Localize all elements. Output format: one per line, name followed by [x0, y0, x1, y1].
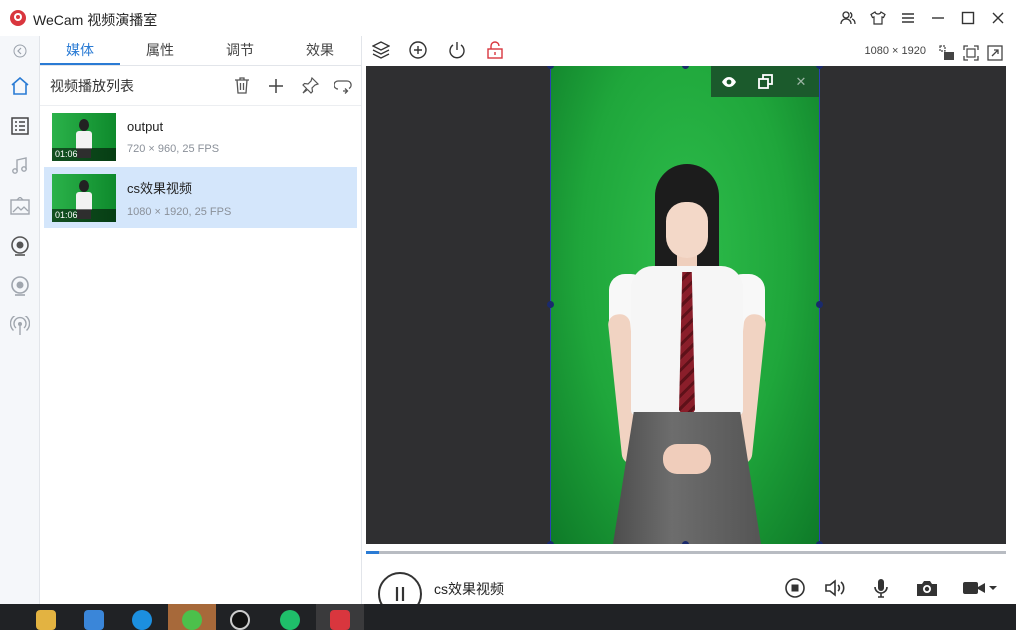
record-icon[interactable] — [960, 576, 1000, 600]
app-title: WeCam 视频演播室 — [33, 12, 158, 28]
close-icon[interactable]: ✕ — [791, 72, 811, 92]
minimize-icon[interactable] — [928, 8, 948, 28]
add-circle-icon[interactable] — [407, 39, 429, 61]
media-thumbnail: 01:06 — [52, 173, 116, 222]
media-duration: 01:06 — [52, 147, 116, 161]
os-taskbar — [0, 604, 1016, 630]
fit-icon[interactable] — [960, 42, 982, 64]
media-name: cs效果视频 — [127, 180, 193, 196]
panel-tabs: 媒体 属性 调节 效果 — [40, 36, 361, 66]
playlist-header: 视频播放列表 — [40, 66, 361, 106]
playback-bar: cs效果视频 — [362, 554, 1016, 616]
eye-icon[interactable] — [719, 72, 739, 92]
home-icon[interactable] — [0, 66, 40, 106]
now-playing-title: cs效果视频 — [434, 581, 504, 597]
media-panel: 媒体 属性 调节 效果 视频播放列表 01:06 output 720 × 96… — [40, 36, 362, 604]
list-icon[interactable] — [0, 106, 40, 146]
maximize-icon[interactable] — [958, 8, 978, 28]
restore-icon[interactable] — [755, 72, 775, 92]
tab-properties[interactable]: 属性 — [120, 36, 200, 65]
pause-icon — [395, 587, 405, 601]
resize-handle-b[interactable] — [682, 541, 689, 544]
taskbar-app-icon[interactable] — [266, 604, 314, 630]
media-meta: 720 × 960, 25 FPS — [127, 142, 220, 155]
source-overlay-controls: ✕ — [711, 66, 819, 97]
shirt-icon[interactable] — [868, 8, 888, 28]
tab-adjust[interactable]: 调节 — [200, 36, 280, 65]
collapse-icon[interactable] — [0, 36, 40, 66]
resize-handle-t[interactable] — [682, 66, 689, 69]
volume-icon[interactable] — [823, 576, 849, 600]
pin-icon[interactable] — [293, 71, 327, 101]
power-icon[interactable] — [446, 39, 468, 61]
resize-handle-tr[interactable] — [816, 66, 823, 69]
app-logo-icon — [10, 10, 26, 26]
video-source-frame[interactable]: ✕ — [547, 66, 823, 544]
music-icon[interactable] — [0, 146, 40, 186]
close-icon[interactable] — [988, 8, 1008, 28]
snapshot-icon[interactable] — [914, 576, 940, 600]
expand-icon[interactable] — [984, 42, 1006, 64]
media-item-output[interactable]: 01:06 output 720 × 960, 25 FPS — [44, 106, 357, 167]
media-thumbnail: 01:06 — [52, 112, 116, 161]
trash-icon[interactable] — [225, 71, 259, 101]
camera-icon[interactable] — [0, 266, 40, 306]
mic-icon[interactable] — [868, 576, 894, 600]
resize-handle-r[interactable] — [816, 301, 823, 308]
media-meta: 1080 × 1920, 25 FPS — [127, 205, 232, 218]
nav-rail — [0, 36, 40, 604]
broadcast-icon[interactable] — [0, 306, 40, 346]
preview-toolbar: 1080 × 1920 — [362, 36, 1016, 66]
layers-icon[interactable] — [370, 39, 392, 61]
resize-handle-tl[interactable] — [547, 66, 554, 69]
users-icon[interactable] — [838, 8, 858, 28]
window-controls — [838, 8, 1008, 28]
resize-handle-l[interactable] — [547, 301, 554, 308]
taskbar-obs-icon[interactable] — [216, 604, 264, 630]
media-item-cs-video[interactable]: 01:06 cs效果视频 1080 × 1920, 25 FPS — [44, 167, 357, 228]
plus-icon[interactable] — [259, 71, 293, 101]
loop-icon[interactable] — [327, 71, 361, 101]
playlist-title: 视频播放列表 — [50, 77, 134, 94]
tab-effects[interactable]: 效果 — [280, 36, 360, 65]
image-icon[interactable] — [0, 186, 40, 226]
presenter-image — [605, 164, 767, 544]
preview-canvas[interactable]: ✕ — [366, 66, 1006, 544]
tab-media[interactable]: 媒体 — [40, 36, 120, 65]
media-name: output — [127, 118, 164, 134]
resize-handle-br[interactable] — [816, 541, 823, 544]
menu-icon[interactable] — [898, 8, 918, 28]
media-duration: 01:06 — [52, 208, 116, 222]
taskbar-file-explorer-icon[interactable] — [22, 604, 70, 630]
taskbar-browser-icon[interactable] — [118, 604, 166, 630]
webcam-icon[interactable] — [0, 226, 40, 266]
stop-icon[interactable] — [782, 576, 808, 600]
taskbar-store-icon[interactable] — [70, 604, 118, 630]
layout-icon[interactable] — [936, 42, 958, 64]
unlock-icon[interactable] — [484, 39, 506, 61]
resolution-label: 1080 × 1920 — [864, 45, 926, 57]
title-bar: WeCam 视频演播室 — [0, 0, 1016, 36]
taskbar-wecam-icon[interactable] — [316, 604, 364, 630]
taskbar-wechat-icon[interactable] — [168, 604, 216, 630]
resize-handle-bl[interactable] — [547, 541, 554, 544]
